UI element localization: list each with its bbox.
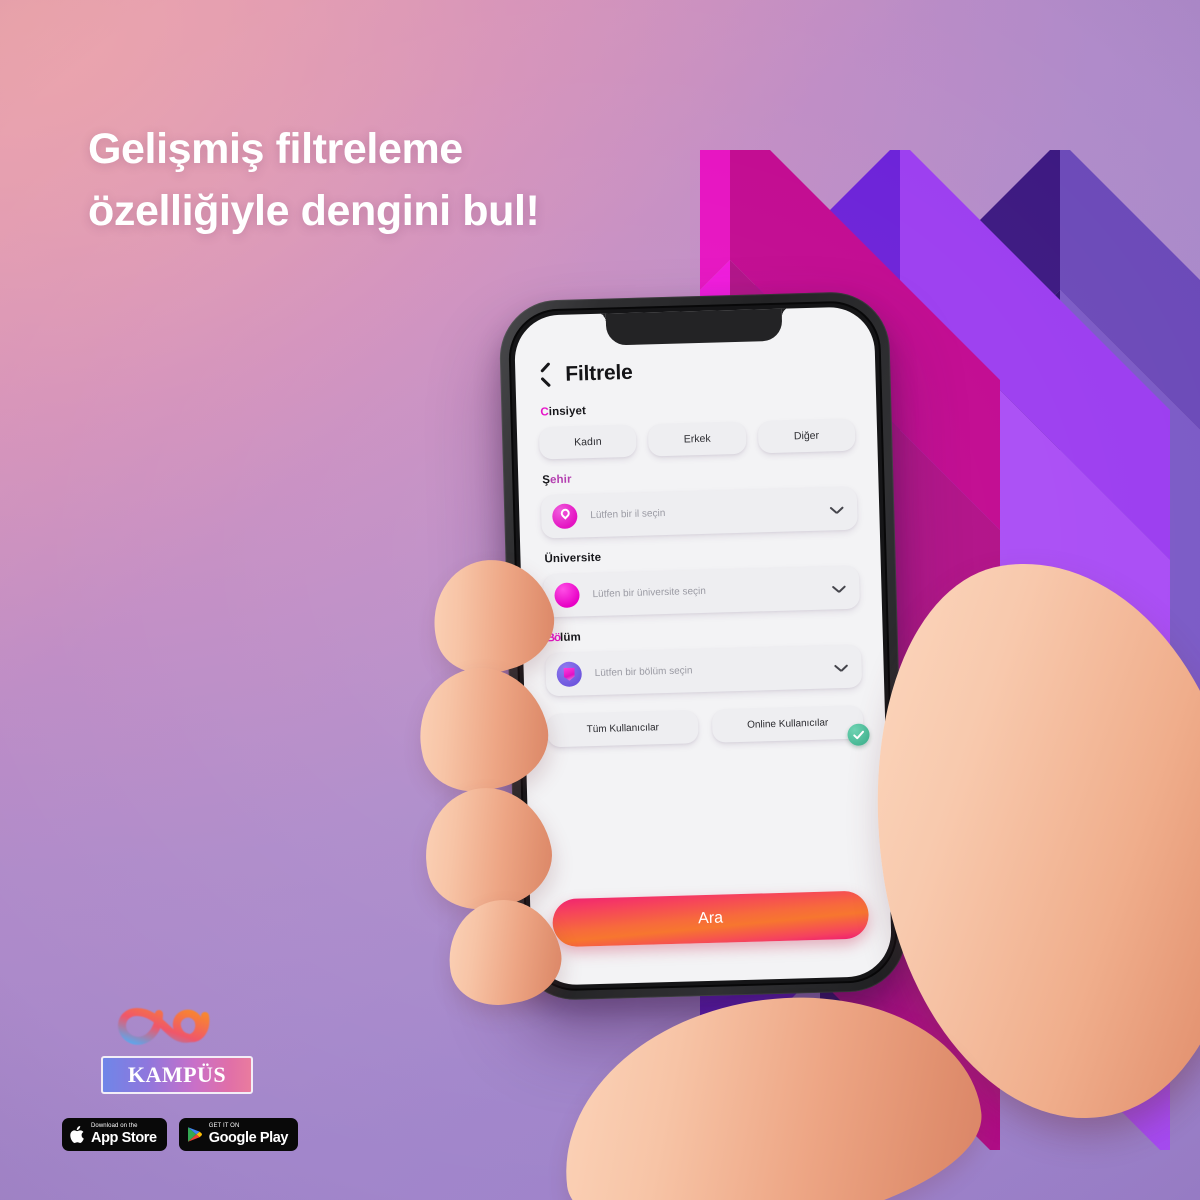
all-users-button[interactable]: Tüm Kullanıcılar bbox=[546, 710, 699, 748]
phone-notch bbox=[605, 306, 783, 346]
google-play-text: GET IT ON Google Play bbox=[208, 1123, 289, 1146]
headline-line-2: özelliğiyle dengini bul! bbox=[88, 187, 540, 236]
page-title: Filtrele bbox=[565, 360, 633, 386]
gender-option-diger[interactable]: Diğer bbox=[757, 418, 856, 454]
check-circle-icon bbox=[847, 723, 870, 746]
google-play-icon bbox=[187, 1126, 202, 1143]
poster-canvas: Filtrele Cinsiyet Kadın Erkek Diğer Şehi… bbox=[0, 0, 1200, 1200]
chevron-down-icon[interactable] bbox=[830, 505, 843, 513]
google-play-badge[interactable]: GET IT ON Google Play bbox=[178, 1118, 299, 1151]
gender-option-kadin[interactable]: Kadın bbox=[538, 424, 638, 460]
app-store-badge[interactable]: Download on the App Store bbox=[62, 1118, 167, 1151]
city-select[interactable]: Lütfen bir il seçin bbox=[540, 486, 858, 539]
online-users-label: Online Kullanıcılar bbox=[746, 717, 829, 731]
filter-screen: Filtrele Cinsiyet Kadın Erkek Diğer Şehi… bbox=[514, 306, 893, 986]
gender-section-label: Cinsiyet bbox=[540, 405, 587, 419]
app-store-top-text: Download on the bbox=[91, 1123, 138, 1129]
brand-block: KAMPÜS bbox=[62, 980, 292, 1094]
headline-line-1: Gelişmiş filtreleme bbox=[88, 125, 463, 173]
app-store-main-text: App Store bbox=[91, 1130, 157, 1146]
department-select[interactable]: Lütfen bir bölüm seçin bbox=[545, 644, 863, 697]
gender-label-text: insiyet bbox=[548, 405, 587, 419]
chevron-down-icon[interactable] bbox=[832, 584, 845, 592]
gender-options: Kadın Erkek Diğer bbox=[538, 418, 856, 460]
university-section-label: Üniversite bbox=[544, 551, 602, 566]
store-badges: Download on the App Store GET IT ON Goog… bbox=[62, 1118, 299, 1151]
user-filter-options: Tüm Kullanıcılar Online Kullanıcılar bbox=[546, 705, 870, 748]
university-circle-icon bbox=[554, 582, 580, 609]
phone-bezel: Filtrele Cinsiyet Kadın Erkek Diğer Şehi… bbox=[507, 299, 899, 993]
department-section-label: Bölüm bbox=[546, 631, 581, 645]
google-play-main-text: Google Play bbox=[208, 1130, 289, 1146]
online-users-button[interactable]: Online Kullanıcılar bbox=[711, 705, 870, 746]
app-store-text: Download on the App Store bbox=[91, 1123, 157, 1146]
university-select-value: Lütfen bir üniversite seçin bbox=[592, 585, 707, 601]
chevron-down-icon[interactable] bbox=[835, 662, 848, 670]
phone-device: Filtrele Cinsiyet Kadın Erkek Diğer Şehi… bbox=[498, 290, 908, 1002]
brand-name-badge: KAMPÜS bbox=[101, 1056, 253, 1094]
chevron-left-icon[interactable] bbox=[537, 362, 553, 387]
search-button[interactable]: Ara bbox=[552, 890, 870, 948]
brand-name-text: KAMPÜS bbox=[127, 1062, 227, 1087]
submit-area: Ara bbox=[552, 890, 870, 948]
university-select[interactable]: Lütfen bir üniversite seçin bbox=[542, 565, 861, 618]
city-select-value: Lütfen bir il seçin bbox=[590, 508, 666, 522]
gender-option-erkek[interactable]: Erkek bbox=[648, 421, 747, 457]
headline: Gelişmiş filtreleme özelliğiyle dengini … bbox=[88, 118, 708, 243]
department-select-value: Lütfen bir bölüm seçin bbox=[594, 665, 693, 680]
department-shield-icon bbox=[556, 661, 583, 688]
apple-logo-icon bbox=[70, 1125, 84, 1143]
google-play-top-text: GET IT ON bbox=[208, 1123, 240, 1129]
location-pin-icon bbox=[551, 503, 578, 530]
phone-screen: Filtrele Cinsiyet Kadın Erkek Diğer Şehi… bbox=[513, 306, 893, 986]
dd-infinity-logo bbox=[107, 980, 247, 1052]
city-section-label: Şehir bbox=[542, 473, 572, 487]
